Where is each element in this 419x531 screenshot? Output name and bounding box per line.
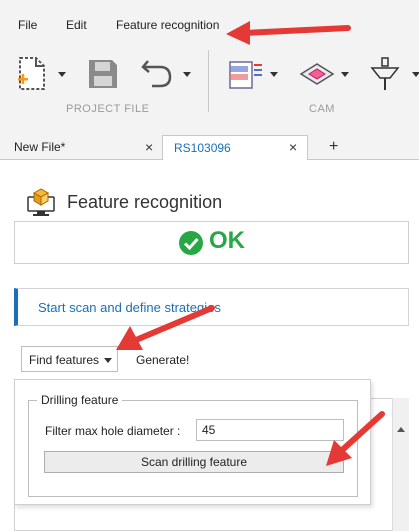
tool-dropdown-caret[interactable] bbox=[412, 72, 419, 77]
new-file-button[interactable] bbox=[16, 56, 50, 95]
cam-shape-button[interactable] bbox=[297, 60, 337, 91]
status-text: OK bbox=[209, 227, 245, 254]
save-button[interactable] bbox=[87, 58, 119, 93]
scroll-up-icon[interactable] bbox=[397, 427, 405, 432]
menu-edit[interactable]: Edit bbox=[66, 18, 87, 32]
tool-button[interactable] bbox=[368, 56, 402, 95]
group-label-project-file: PROJECT FILE bbox=[66, 103, 150, 115]
group-label-cam: CAM bbox=[309, 103, 335, 115]
tab-new-file[interactable]: New File* bbox=[0, 135, 162, 160]
undo-icon bbox=[141, 60, 172, 88]
annotation-arrow-icon bbox=[326, 411, 385, 466]
document-tabs: New File* × RS103096 × + bbox=[0, 135, 419, 161]
undo-dropdown-caret[interactable] bbox=[183, 72, 191, 77]
menu-file[interactable]: File bbox=[18, 18, 37, 32]
find-features-dropdown[interactable]: Find features bbox=[21, 346, 118, 372]
drilling-feature-title: Drilling feature bbox=[37, 393, 123, 407]
menu-bar: File Edit Feature recognition bbox=[0, 0, 419, 50]
filter-max-hole-diameter-label: Filter max hole diameter : bbox=[45, 424, 181, 438]
add-tab-icon[interactable]: + bbox=[329, 135, 338, 159]
find-features-popup: Drilling feature Filter max hole diamete… bbox=[14, 379, 371, 505]
undo-button[interactable] bbox=[140, 57, 174, 92]
tab-new-file-close-icon[interactable]: × bbox=[145, 135, 153, 159]
new-file-icon bbox=[18, 57, 45, 90]
menu-feature-recognition[interactable]: Feature recognition bbox=[116, 18, 219, 32]
cam-shape-dropdown-caret[interactable] bbox=[341, 72, 349, 77]
tab-label: RS103096 bbox=[174, 141, 231, 155]
tool-icon bbox=[370, 57, 400, 90]
cam-shape-icon bbox=[299, 63, 335, 85]
status-box: OK bbox=[14, 221, 409, 264]
cam-document-button[interactable] bbox=[228, 58, 266, 93]
toolbar: PROJECT FILE CAM bbox=[0, 50, 419, 135]
scan-drilling-feature-button[interactable]: Scan drilling feature bbox=[44, 451, 344, 473]
scrollbar[interactable] bbox=[392, 398, 409, 531]
cam-document-dropdown-caret[interactable] bbox=[270, 72, 278, 77]
toolbar-separator bbox=[208, 50, 209, 112]
check-circle-icon bbox=[179, 231, 203, 255]
feature-recognition-icon bbox=[27, 188, 55, 216]
save-icon bbox=[89, 60, 117, 88]
tab-label: New File* bbox=[14, 140, 66, 154]
find-features-label: Find features bbox=[29, 353, 100, 367]
annotation-arrow-icon bbox=[116, 305, 215, 350]
drilling-feature-group: Drilling feature Filter max hole diamete… bbox=[28, 393, 358, 497]
tab-rs103096[interactable]: RS103096 bbox=[162, 135, 308, 161]
annotation-arrow-icon bbox=[226, 21, 351, 45]
new-file-dropdown-caret[interactable] bbox=[58, 72, 66, 77]
panel-title: Feature recognition bbox=[67, 192, 223, 212]
tab-rs103096-close-icon[interactable]: × bbox=[289, 135, 297, 159]
cam-document-icon bbox=[229, 61, 262, 89]
